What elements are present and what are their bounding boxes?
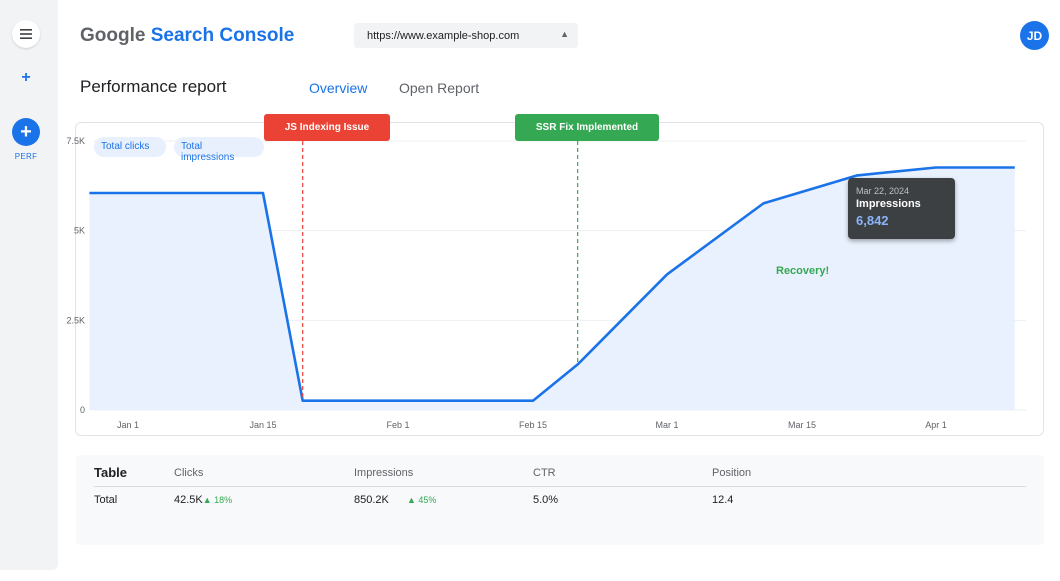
x-tick-label: Jan 15	[249, 420, 276, 430]
cell-clicks: 42.5K▲ 18%	[174, 494, 232, 506]
impressions-delta: ▲ 45%	[407, 495, 437, 505]
column-header-impressions[interactable]: Impressions	[354, 467, 413, 479]
chart-tooltip: Mar 22, 2024 Impressions 6,842	[848, 178, 955, 239]
table-divider	[94, 486, 1026, 487]
clicks-delta: ▲ 18%	[202, 495, 233, 505]
chip-total-impressions[interactable]: Total impressions	[174, 137, 264, 163]
annotation-ssr-fix[interactable]: SSR Fix Implemented	[515, 114, 659, 141]
table-heading: Table	[94, 465, 127, 480]
chip-total-clicks[interactable]: Total clicks	[94, 137, 166, 157]
annotation-js-indexing-issue[interactable]: JS Indexing Issue	[264, 114, 390, 141]
recovery-label: Recovery!	[776, 265, 830, 277]
x-tick-label: Feb 1	[386, 420, 409, 430]
y-tick-label: 7.5K	[66, 136, 85, 146]
cell-ctr: 5.0%	[533, 494, 559, 506]
y-tick-label: 0	[80, 405, 85, 415]
cell-position: 12.4	[712, 494, 734, 506]
x-tick-label: Mar 1	[655, 420, 678, 430]
x-tick-label: Feb 15	[519, 420, 547, 430]
y-tick-label: 5K	[74, 226, 85, 236]
y-tick-label: 2.5K	[66, 315, 85, 325]
cell-impressions-value: 850.2K	[354, 494, 389, 506]
column-header-clicks[interactable]: Clicks	[174, 467, 203, 479]
summary-table: Table Clicks Impressions CTR Position To…	[76, 455, 1044, 545]
tooltip-value: 6,842	[856, 213, 889, 228]
x-tick-label: Apr 1	[925, 420, 947, 430]
clicks-value: 42.5K	[174, 494, 203, 506]
column-header-ctr[interactable]: CTR	[533, 467, 556, 479]
tooltip-date: Mar 22, 2024	[856, 186, 910, 196]
row-label-total: Total	[94, 494, 118, 506]
x-tick-label: Jan 1	[117, 420, 139, 430]
tooltip-metric: Impressions	[856, 198, 921, 210]
column-header-position[interactable]: Position	[712, 467, 751, 479]
x-tick-label: Mar 15	[788, 420, 816, 430]
